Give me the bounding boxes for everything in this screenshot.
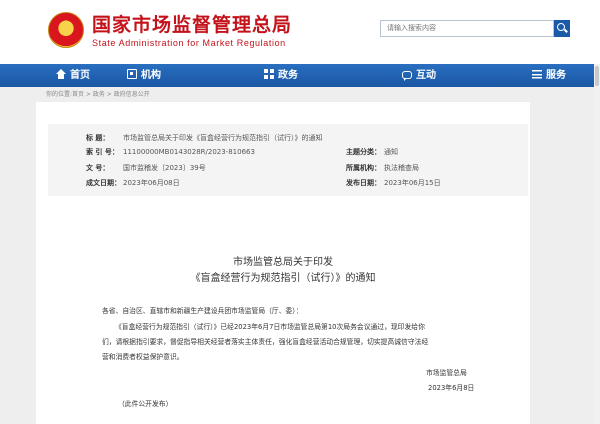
meta-index-label: 索 引 号： [86,148,119,156]
article-publish-note: （此件公开发布） [118,400,173,408]
main-nav: 首页 机构 政务 互动 服务 [0,64,600,87]
meta-title-value: 市场监管总局关于印发《盲盒经营行为规范指引（试行）》的通知 [123,134,323,142]
site-title[interactable]: 国家市场监督管理总局 [92,14,292,36]
building-icon [127,69,137,79]
meta-org-label: 所属机构： [346,164,381,172]
breadcrumb[interactable]: 你的位置:首页 > 政务 > 政府信息公开 [46,91,150,99]
site-header: 国家市场监督管理总局 State Administration for Mark… [0,0,600,64]
nav-services[interactable]: 服务 [532,64,566,87]
meta-index-value: 11100000MB0143028R/2023-810663 [123,148,255,156]
page-scrollbar[interactable] [594,64,600,424]
meta-docno-label: 文 号： [86,164,110,172]
article-sign-date: 2023年6月8日 [428,384,475,392]
chat-icon [402,71,412,81]
meta-title-label: 标 题： [86,134,110,142]
meta-date-value: 2023年06月08日 [123,179,180,187]
nav-government-affairs[interactable]: 政务 [264,64,298,87]
search-button[interactable] [554,20,570,37]
meta-date-label: 成文日期： [86,179,121,187]
national-emblem-icon [48,12,84,48]
nav-organization[interactable]: 机构 [127,64,161,87]
article-title-line2: 《盲盒经营行为规范指引（试行）》的通知 [190,273,376,284]
search-input[interactable] [380,20,554,37]
meta-publish-value: 2023年06月15日 [384,179,441,187]
meta-category-value: 通知 [384,148,398,156]
grid-icon [264,69,274,79]
meta-org-value: 执法稽查局 [384,164,419,172]
article-salutation: 各省、自治区、直辖市和新疆生产建设兵团市场监管局（厅、委）： [102,307,303,315]
site-title-english: State Administration for Market Regulati… [92,38,286,48]
home-icon [56,69,66,79]
scrollbar-thumb[interactable] [595,66,599,86]
article-paragraph-line3: 营和消费者权益保护意识。 [102,353,184,361]
meta-publish-label: 发布日期： [346,179,381,187]
nav-interaction[interactable]: 互动 [402,64,436,87]
article-signature: 市场监管总局 [426,369,467,377]
article-title-line1: 市场监管总局关于印发 [233,257,333,268]
list-icon [532,69,542,79]
article-paragraph-line1: 《盲盒经营行为规范指引（试行）》已经2023年6月7日市场监管总局第10次局务会… [115,323,425,331]
meta-category-label: 主题分类： [346,148,381,156]
article-paragraph-line2: 们，请根据指引要求，督促指导相关经营者落实主体责任，强化盲盒经营活动合规管理，切… [102,338,429,346]
meta-docno-value: 国市监稽发〔2023〕39号 [123,164,206,172]
nav-home[interactable]: 首页 [56,64,90,87]
